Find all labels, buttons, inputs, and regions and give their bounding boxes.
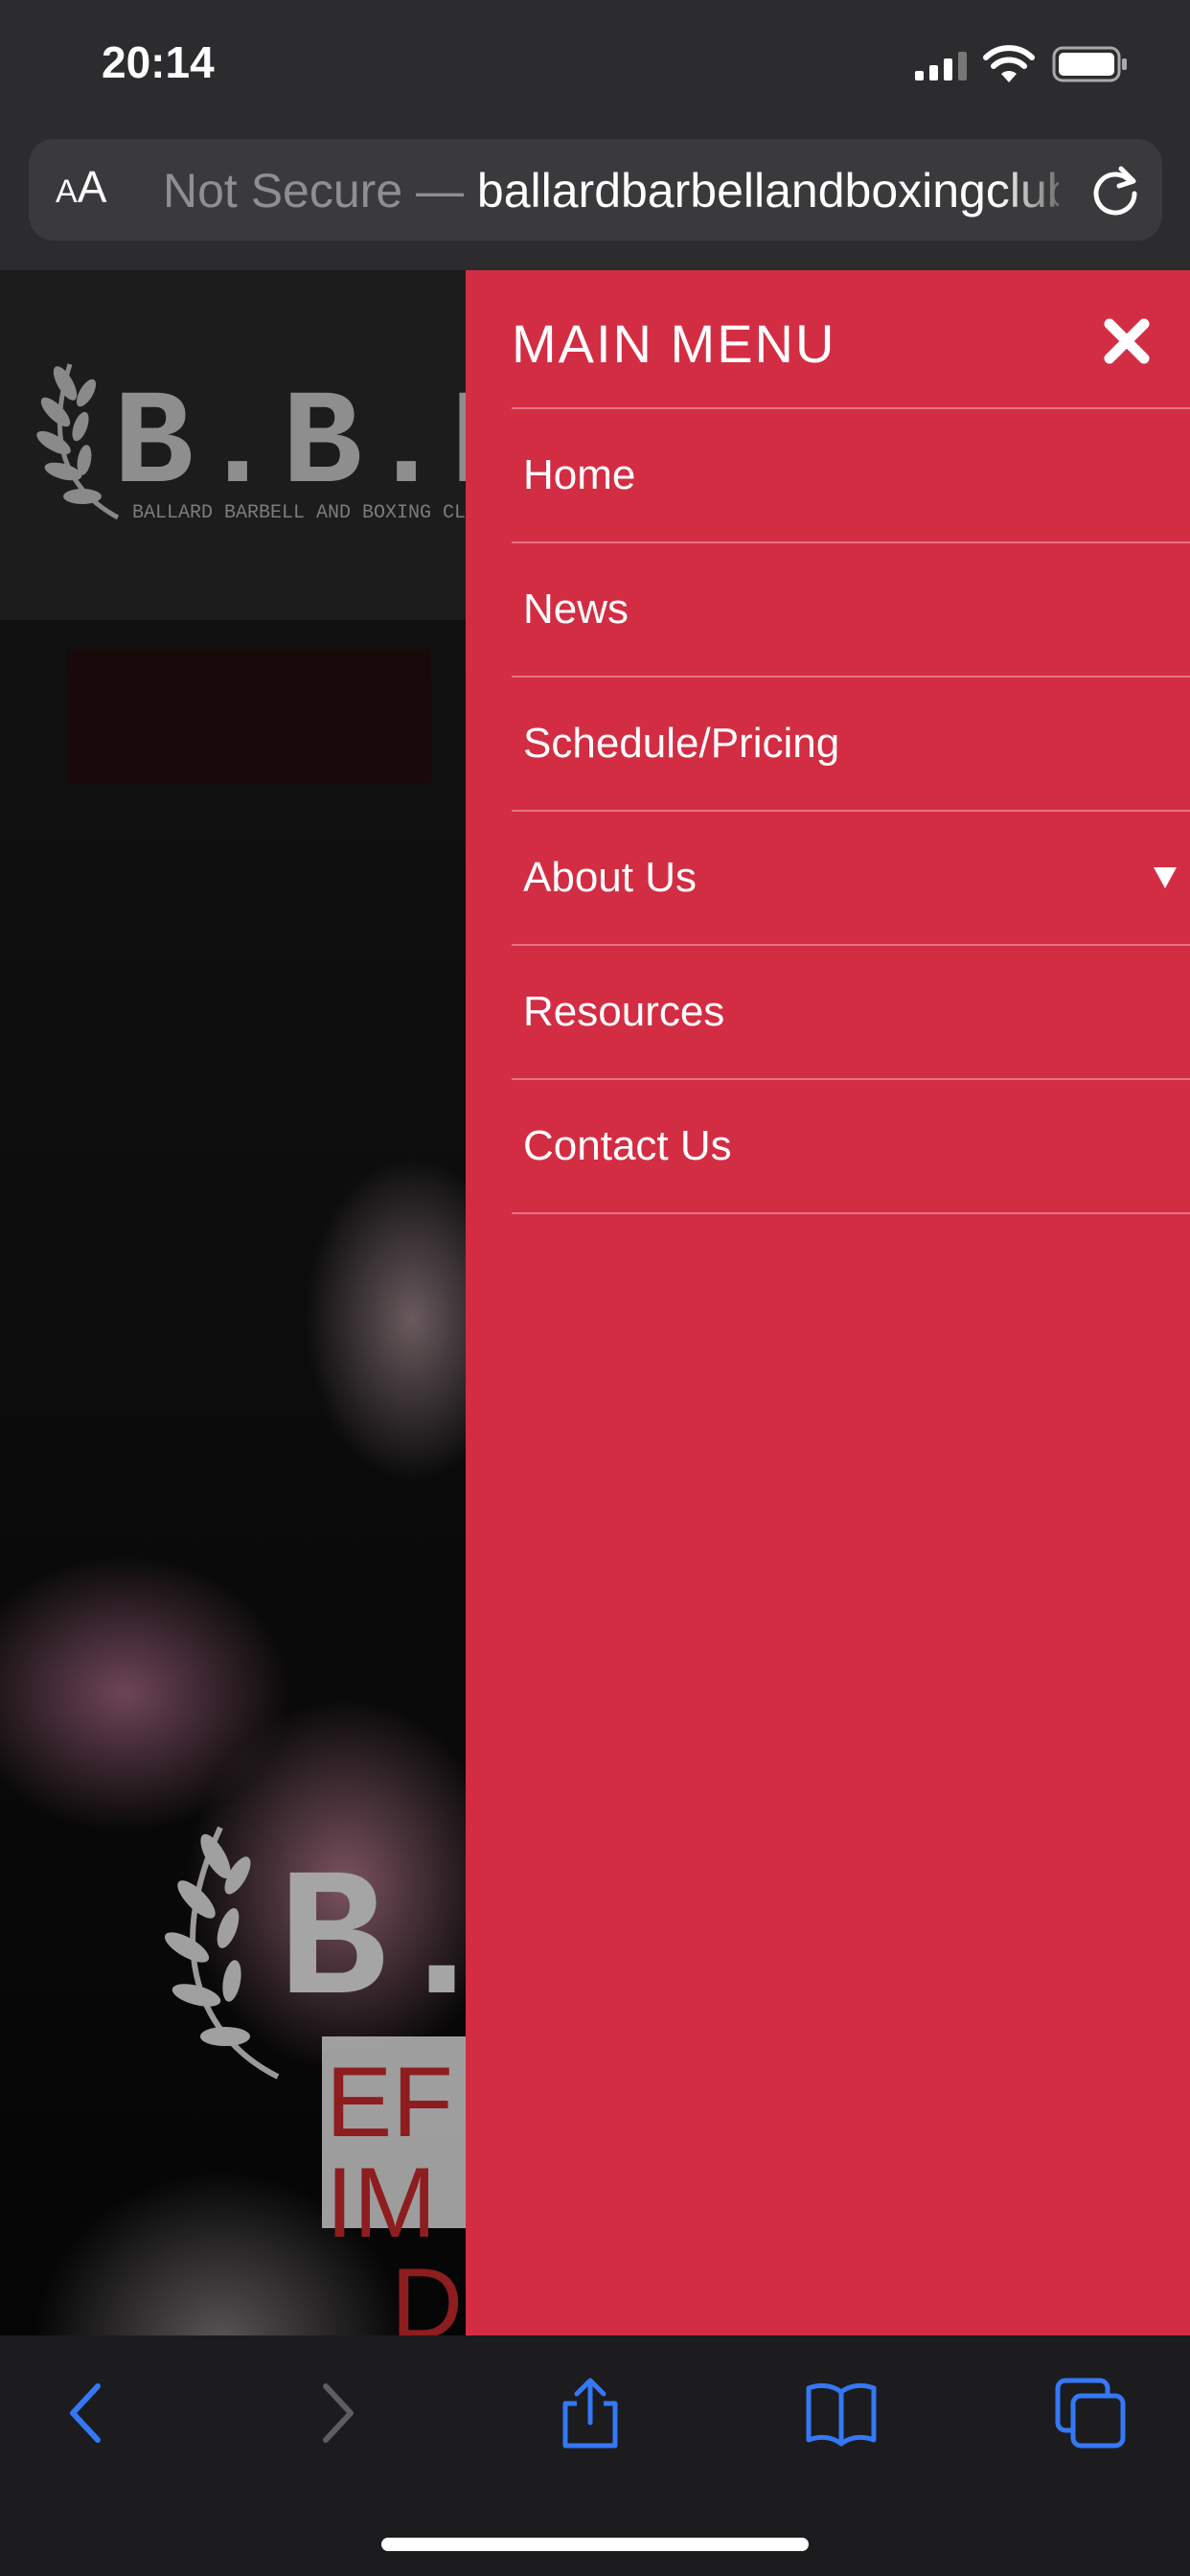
site-logo-text[interactable]: B.B.B.C bbox=[113, 370, 466, 522]
menu-item-label: Contact Us bbox=[523, 1122, 732, 1169]
menu-title: MAIN MENU bbox=[512, 313, 836, 374]
wifi-icon bbox=[983, 45, 1035, 82]
menu-item-label: Home bbox=[523, 451, 636, 498]
menu-item-news[interactable]: News bbox=[512, 543, 1190, 676]
hero-headline-line-1: EF bbox=[326, 2047, 453, 2158]
url-domain: ballardbarbellandboxingclub bbox=[476, 164, 1059, 218]
hero-logo-text: B.B bbox=[278, 1842, 466, 2048]
menu-divider bbox=[512, 1212, 1190, 1214]
url-fade bbox=[996, 153, 1083, 230]
url-security-label: Not Secure — bbox=[163, 164, 477, 218]
back-chevron-icon[interactable] bbox=[50, 2375, 126, 2451]
forward-chevron-icon[interactable] bbox=[297, 2375, 374, 2451]
menu-item-contact-us[interactable]: Contact Us bbox=[512, 1080, 1190, 1212]
cellular-signal-icon bbox=[915, 52, 967, 80]
site-header: B.B.B.C BALLARD BARBELL AND BOXING CLUB bbox=[0, 270, 466, 620]
main-menu-drawer: MAIN MENU Home News Schedule/Pricing Abo… bbox=[466, 270, 1190, 2335]
menu-item-home[interactable]: Home bbox=[512, 409, 1190, 541]
status-time: 20:14 bbox=[102, 37, 215, 87]
tabs-icon[interactable] bbox=[1052, 2375, 1129, 2451]
status-bar: 20:14 bbox=[0, 0, 1190, 134]
menu-item-resources[interactable]: Resources bbox=[512, 946, 1190, 1078]
menu-item-label: Resources bbox=[523, 988, 725, 1035]
hero-headline-line-3: D bbox=[391, 2248, 464, 2335]
battery-icon bbox=[1052, 46, 1127, 82]
hero-timer bbox=[67, 649, 431, 783]
menu-item-label: Schedule/Pricing bbox=[523, 720, 840, 767]
hero-laurel-icon bbox=[164, 1826, 280, 2080]
hero-headline-line-2: IM bbox=[326, 2148, 437, 2259]
share-icon[interactable] bbox=[552, 2375, 629, 2451]
site-logo-subtitle: BALLARD BARBELL AND BOXING CLUB bbox=[132, 502, 466, 524]
menu-item-label: About Us bbox=[523, 854, 697, 901]
reload-icon[interactable] bbox=[1088, 163, 1142, 218]
bookmarks-icon[interactable] bbox=[803, 2375, 880, 2451]
hero-image: B.B EF IM D CO WO bbox=[0, 620, 466, 2335]
text-size-button[interactable]: AA bbox=[56, 161, 106, 213]
menu-item-about-us[interactable]: About Us bbox=[512, 812, 1190, 944]
url-text[interactable]: Not Secure — ballardbarbellandboxingclub bbox=[163, 163, 1059, 218]
home-indicator[interactable] bbox=[381, 2538, 809, 2551]
website-content: B.B.B.C BALLARD BARBELL AND BOXING CLUB … bbox=[0, 270, 466, 2335]
menu-item-schedule-pricing[interactable]: Schedule/Pricing bbox=[512, 678, 1190, 810]
menu-item-label: News bbox=[523, 586, 629, 632]
close-icon[interactable] bbox=[1098, 312, 1156, 370]
submenu-caret-icon[interactable] bbox=[1154, 867, 1177, 888]
